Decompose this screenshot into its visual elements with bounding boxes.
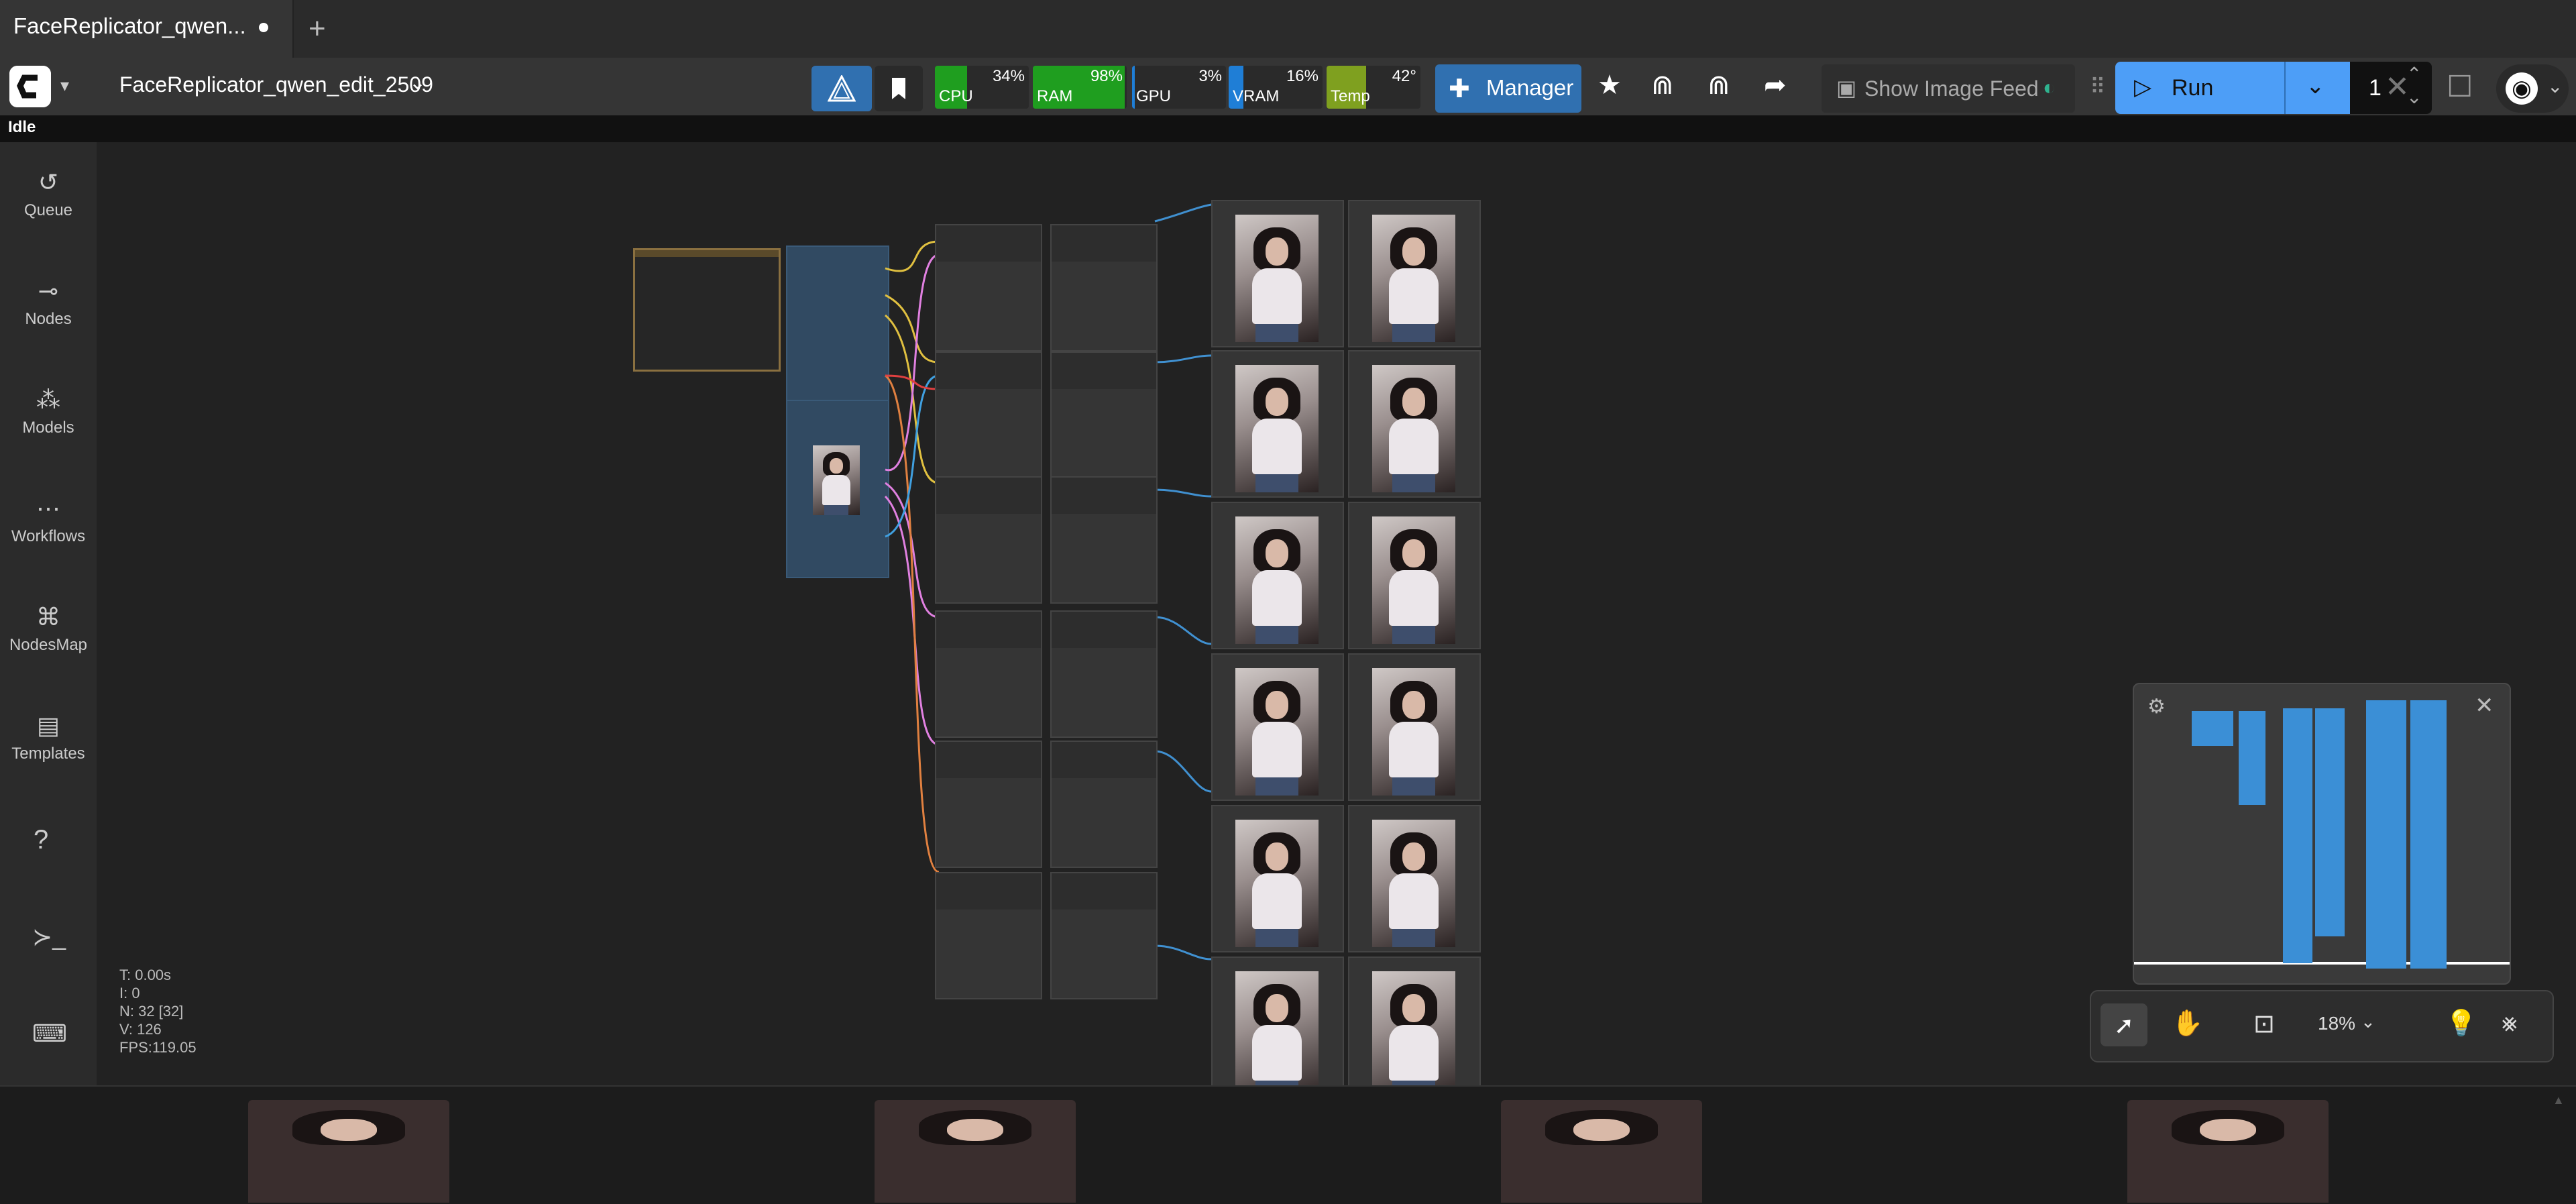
close-icon[interactable]: ✕ — [2475, 692, 2494, 719]
processing-node[interactable] — [1050, 476, 1158, 604]
queue-thumbnail[interactable] — [1501, 1100, 1702, 1203]
minimap-viewport — [2134, 962, 2510, 965]
preview-thumbnail — [1235, 820, 1319, 947]
node-title-bar — [936, 612, 1041, 648]
zoom-chevron-icon[interactable]: ⌄ — [2361, 1011, 2375, 1032]
node-title-bar — [1052, 612, 1156, 648]
queue-thumbnail[interactable] — [2127, 1100, 2329, 1203]
processing-node[interactable] — [935, 476, 1042, 604]
preview-image-node[interactable] — [1211, 653, 1344, 801]
preview-thumbnail — [1372, 668, 1455, 796]
preview-thumbnail — [1235, 971, 1319, 1099]
minimap-node-block — [2315, 708, 2345, 936]
queue-thumbnail[interactable] — [248, 1100, 449, 1203]
processing-node[interactable] — [935, 872, 1042, 999]
node-title-bar — [1052, 742, 1156, 778]
processing-node[interactable] — [935, 610, 1042, 738]
node-title-bar — [1052, 353, 1156, 389]
preview-thumbnail — [1372, 820, 1455, 947]
processing-node[interactable] — [935, 351, 1042, 479]
fit-view-icon[interactable]: ⊡ — [2253, 1009, 2275, 1039]
hand-icon[interactable]: ✋ — [2172, 1009, 2203, 1038]
node-title-bar — [1052, 225, 1156, 262]
queue-scroll-icon[interactable]: ▲ — [2553, 1093, 2565, 1107]
preview-thumbnail — [1372, 516, 1455, 644]
preview-image-node[interactable] — [1211, 350, 1344, 498]
preview-image-node[interactable] — [1348, 805, 1481, 952]
pointer-icon: ➚ — [2114, 1011, 2135, 1039]
preview-image-node[interactable] — [1348, 653, 1481, 801]
node-title-bar — [936, 353, 1041, 389]
lightbulb-icon[interactable]: 💡 — [2445, 1009, 2477, 1038]
preview-thumbnail — [1372, 215, 1455, 342]
node-title-bar — [1052, 478, 1156, 514]
zoom-level[interactable]: 18% — [2318, 1013, 2355, 1034]
processing-node[interactable] — [1050, 224, 1158, 351]
preview-image-node[interactable] — [1348, 350, 1481, 498]
minimap-settings-icon[interactable]: ⚙ — [2147, 695, 2166, 718]
node-title-bar — [1052, 873, 1156, 910]
processing-node[interactable] — [935, 741, 1042, 868]
minimap-node-block — [2366, 700, 2406, 969]
node-title-bar — [936, 742, 1041, 778]
preview-image-node[interactable] — [1348, 956, 1481, 1104]
preview-thumbnail — [1235, 668, 1319, 796]
select-tool-button[interactable]: ➚ — [2101, 1003, 2147, 1046]
stat-i: I: 0 — [119, 985, 140, 1001]
stat-time: T: 0.00s — [119, 967, 172, 983]
canvas-stats: T: 0.00s I: 0 N: 32 [32] V: 126 FPS:119.… — [119, 966, 197, 1056]
stat-fps: FPS:119.05 — [119, 1039, 197, 1056]
hide-links-icon[interactable]: ⨳ — [2502, 1009, 2518, 1038]
processing-node[interactable] — [1050, 351, 1158, 479]
minimap-node-block — [2283, 708, 2312, 963]
node-title-bar — [936, 225, 1041, 262]
preview-image-node[interactable] — [1348, 502, 1481, 649]
preview-image-node[interactable] — [1211, 200, 1344, 347]
preview-thumbnail — [1372, 971, 1455, 1099]
processing-node[interactable] — [1050, 872, 1158, 999]
minimap-node-block — [2239, 711, 2265, 805]
preview-thumbnail — [1235, 516, 1319, 644]
preview-image-node[interactable] — [1211, 502, 1344, 649]
preview-thumbnail — [1235, 215, 1319, 342]
processing-node[interactable] — [935, 224, 1042, 351]
queue-thumbnail[interactable] — [875, 1100, 1076, 1203]
preview-thumbnail — [1372, 365, 1455, 492]
minimap-node-block — [2192, 711, 2233, 746]
preview-image-node[interactable] — [1211, 805, 1344, 952]
stat-nodes: N: 32 [32] — [119, 1003, 184, 1020]
preview-thumbnail — [1235, 365, 1319, 492]
preview-image-node[interactable] — [1348, 200, 1481, 347]
node-title-bar — [936, 873, 1041, 910]
node-title-bar — [936, 478, 1041, 514]
minimap-node-block — [2410, 700, 2447, 969]
processing-node[interactable] — [1050, 610, 1158, 738]
stat-v: V: 126 — [119, 1021, 162, 1038]
preview-image-node[interactable] — [1211, 956, 1344, 1104]
processing-node[interactable] — [1050, 741, 1158, 868]
